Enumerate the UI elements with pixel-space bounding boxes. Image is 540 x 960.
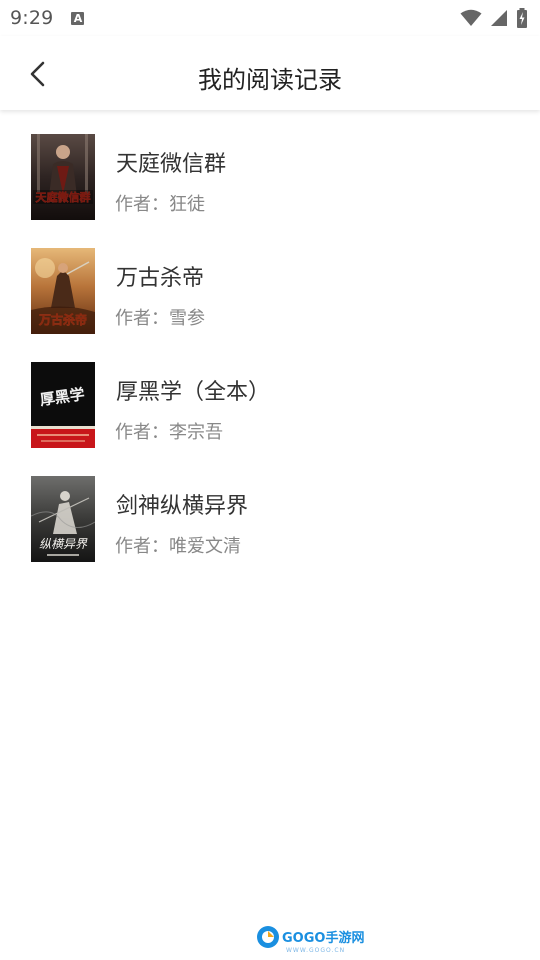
wifi-icon — [460, 9, 482, 27]
text-a-icon: A — [71, 11, 85, 25]
book-item[interactable]: 天庭微信群 天庭微信群 作者：狂徒 — [0, 120, 540, 234]
book-cover: 厚黑学 — [31, 362, 95, 448]
book-item[interactable]: 万古杀帝 万古杀帝 作者：雪参 — [0, 234, 540, 348]
book-item[interactable]: 纵横异界 剑神纵横异界 作者：唯爱文清 — [0, 462, 540, 576]
cellular-signal-icon — [490, 9, 508, 27]
watermark-logo: GOGO手游网 WWW.GOGO.CN — [256, 924, 366, 954]
status-bar: 9:29 A — [0, 0, 540, 36]
book-title: 厚黑学（全本） — [116, 380, 271, 405]
watermark-logo-text: GOGO手游网 — [282, 930, 364, 946]
app-bar: 我的阅读记录 — [0, 36, 540, 110]
battery-charging-icon — [516, 8, 528, 28]
status-left: 9:29 A — [10, 7, 85, 29]
book-cover: 天庭微信群 — [31, 134, 95, 220]
book-title: 万古杀帝 — [116, 266, 205, 291]
status-time: 9:29 — [10, 7, 54, 29]
watermark-url-text: WWW.GOGO.CN — [286, 947, 345, 954]
cover-title-text: 天庭微信群 — [36, 190, 91, 204]
book-title: 天庭微信群 — [116, 152, 227, 177]
book-item[interactable]: 厚黑学 厚黑学（全本） 作者：李宗吾 — [0, 348, 540, 462]
cover-title-text: 纵横异界 — [39, 537, 88, 551]
page-title: 我的阅读记录 — [198, 66, 342, 94]
book-cover: 纵横异界 — [31, 476, 95, 562]
book-title: 剑神纵横异界 — [116, 494, 249, 519]
cover-title-text: 万古杀帝 — [38, 312, 87, 327]
reading-history-list: 天庭微信群 天庭微信群 作者：狂徒 万古杀帝 万古杀帝 作者：雪参 厚黑学 厚黑… — [0, 120, 540, 576]
book-cover: 万古杀帝 — [31, 248, 95, 334]
book-author: 作者：狂徒 — [115, 194, 205, 215]
book-author: 作者：李宗吾 — [115, 422, 223, 443]
book-author: 作者：唯爱文清 — [115, 536, 241, 557]
status-right — [460, 8, 528, 28]
book-author: 作者：雪参 — [115, 308, 205, 329]
screen: 9:29 A 我的阅读记录 天庭微信群 天庭微信群 作者：狂徒 万古杀帝 万古杀… — [0, 0, 540, 960]
